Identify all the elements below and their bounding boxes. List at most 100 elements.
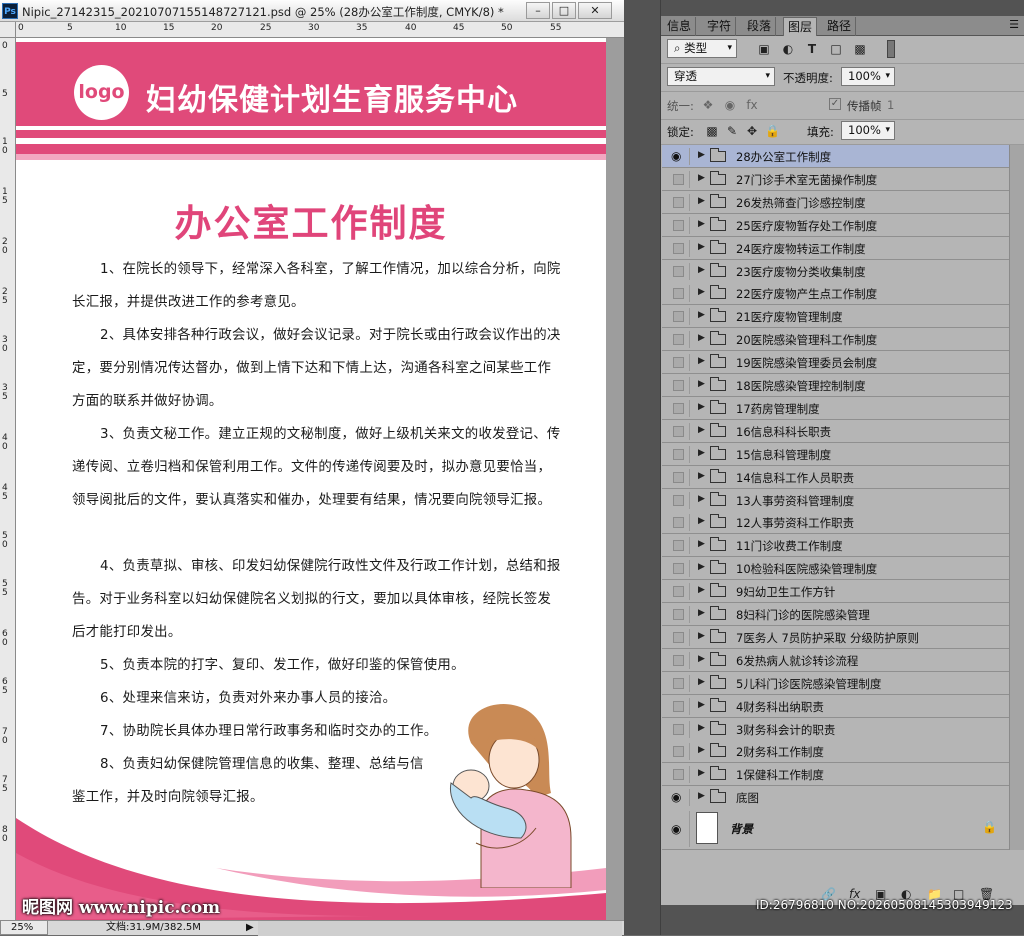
visibility-toggle[interactable]: [664, 766, 690, 783]
expand-triangle-icon[interactable]: ▶: [698, 471, 705, 481]
tab-layers[interactable]: 图层: [783, 17, 818, 36]
visibility-toggle[interactable]: [664, 217, 690, 234]
layer-row[interactable]: ▶ 13人事劳资科管理制度: [662, 489, 1009, 512]
expand-triangle-icon[interactable]: ▶: [698, 310, 705, 320]
expand-triangle-icon[interactable]: ▶: [698, 265, 705, 275]
visibility-toggle[interactable]: [664, 331, 690, 348]
visibility-toggle[interactable]: ◉: [664, 811, 690, 847]
fill-input[interactable]: 100% ▾: [841, 121, 895, 140]
panel-menu-icon[interactable]: ☰: [1009, 18, 1019, 31]
layer-row[interactable]: ▶ 25医疗废物暂存处工作制度: [662, 214, 1009, 237]
blend-mode-select[interactable]: 穿透 ▾: [667, 67, 775, 86]
layer-row[interactable]: ▶ 18医院感染管理控制制度: [662, 374, 1009, 397]
visibility-toggle[interactable]: [664, 675, 690, 692]
layer-row[interactable]: ▶ 3财务科会计的职责: [662, 718, 1009, 741]
layer-row[interactable]: ▶ 23医疗废物分类收集制度: [662, 260, 1009, 283]
opacity-input[interactable]: 100% ▾: [841, 67, 895, 86]
layer-row[interactable]: ▶ 10检验科医院感染管理制度: [662, 557, 1009, 580]
lock-pixels-icon[interactable]: ✎: [725, 124, 739, 138]
expand-triangle-icon[interactable]: ▶: [698, 745, 705, 755]
lock-transparency-icon[interactable]: ▩: [705, 124, 719, 138]
expand-triangle-icon[interactable]: ▶: [698, 425, 705, 435]
layer-row[interactable]: ▶ 22医疗废物产生点工作制度: [662, 282, 1009, 305]
layer-row[interactable]: ▶ 2财务科工作制度: [662, 740, 1009, 763]
expand-triangle-icon[interactable]: ▶: [698, 196, 705, 206]
document-size-info[interactable]: 文档:31.9M/382.5M: [106, 921, 201, 935]
layer-row[interactable]: ▶ 27门诊手术室无菌操作制度: [662, 168, 1009, 191]
expand-triangle-icon[interactable]: ▶: [698, 516, 705, 526]
unify-visibility-icon[interactable]: ◉: [723, 98, 737, 112]
tab-paragraph[interactable]: 段落: [743, 17, 777, 36]
filter-kind-select[interactable]: ⌕ 类型 ▾: [667, 39, 737, 58]
layer-row[interactable]: ▶ 15信息科管理制度: [662, 443, 1009, 466]
tab-character[interactable]: 字符: [703, 17, 737, 36]
expand-triangle-icon[interactable]: ▶: [698, 287, 705, 297]
background-layer-row[interactable]: ◉ 背景 🔒: [662, 808, 1009, 850]
visibility-toggle[interactable]: [664, 194, 690, 211]
layer-row[interactable]: ▶ 4财务科出纳职责: [662, 695, 1009, 718]
propagate-checkbox[interactable]: ✓: [829, 98, 841, 110]
visibility-toggle[interactable]: [664, 560, 690, 577]
filter-toggle-icon[interactable]: [887, 40, 895, 58]
visibility-toggle[interactable]: [664, 263, 690, 280]
layer-row[interactable]: ▶ 7医务人 7员防护采取 分级防护原则: [662, 626, 1009, 649]
layer-row[interactable]: ▶ 24医疗废物转运工作制度: [662, 237, 1009, 260]
tab-paths[interactable]: 路径: [823, 17, 857, 36]
visibility-toggle[interactable]: [664, 743, 690, 760]
visibility-toggle[interactable]: [664, 377, 690, 394]
layer-row[interactable]: ▶ 14信息科工作人员职责: [662, 466, 1009, 489]
visibility-toggle[interactable]: [664, 285, 690, 302]
expand-triangle-icon[interactable]: ▶: [698, 585, 705, 595]
visibility-toggle[interactable]: [664, 629, 690, 646]
visibility-toggle[interactable]: ◉: [664, 789, 690, 806]
visibility-toggle[interactable]: [664, 171, 690, 188]
expand-triangle-icon[interactable]: ▶: [698, 356, 705, 366]
expand-triangle-icon[interactable]: ▶: [698, 379, 705, 389]
expand-triangle-icon[interactable]: ▶: [698, 219, 705, 229]
visibility-toggle[interactable]: [664, 308, 690, 325]
visibility-toggle[interactable]: [664, 469, 690, 486]
lock-all-icon[interactable]: 🔒: [765, 124, 780, 138]
visibility-toggle[interactable]: [664, 537, 690, 554]
layers-scrollbar[interactable]: [1009, 145, 1024, 850]
expand-triangle-icon[interactable]: ▶: [698, 677, 705, 687]
layer-row[interactable]: ▶ 9妇幼卫生工作方针: [662, 580, 1009, 603]
visibility-toggle[interactable]: [664, 514, 690, 531]
visibility-toggle[interactable]: [664, 652, 690, 669]
expand-triangle-icon[interactable]: ▶: [698, 494, 705, 504]
expand-triangle-icon[interactable]: ▶: [698, 654, 705, 664]
expand-triangle-icon[interactable]: ▶: [698, 608, 705, 618]
horizontal-ruler[interactable]: 0 5 10 15 20 25 30 35 40 45 50 55: [16, 22, 624, 38]
layer-row[interactable]: ▶ 16信息科科长职责: [662, 420, 1009, 443]
expand-triangle-icon[interactable]: ▶: [698, 791, 705, 801]
adjustment-filter-icon[interactable]: ◐: [781, 42, 795, 56]
layer-row[interactable]: ▶ 20医院感染管理科工作制度: [662, 328, 1009, 351]
layer-row[interactable]: ◉ ▶ 底图: [662, 786, 1009, 809]
visibility-toggle[interactable]: [664, 698, 690, 715]
expand-triangle-icon[interactable]: ▶: [698, 562, 705, 572]
expand-triangle-icon[interactable]: ▶: [698, 768, 705, 778]
expand-triangle-icon[interactable]: ▶: [698, 539, 705, 549]
expand-triangle-icon[interactable]: ▶: [698, 150, 705, 160]
visibility-toggle[interactable]: ◉: [664, 148, 690, 165]
panel-dock-bar[interactable]: [661, 0, 1024, 16]
visibility-toggle[interactable]: [664, 446, 690, 463]
type-filter-icon[interactable]: T: [805, 42, 819, 56]
expand-triangle-icon[interactable]: ▶: [698, 723, 705, 733]
layer-row[interactable]: ▶ 1保健科工作制度: [662, 763, 1009, 786]
pixel-filter-icon[interactable]: ▣: [757, 42, 771, 56]
layer-row[interactable]: ▶ 19医院感染管理委员会制度: [662, 351, 1009, 374]
status-menu-arrow-icon[interactable]: ▶: [246, 921, 254, 935]
minimize-button[interactable]: –: [526, 2, 550, 19]
layer-row[interactable]: ▶ 5儿科门诊医院感染管理制度: [662, 672, 1009, 695]
vertical-ruler[interactable]: 0 5 10 15 20 25 30 35 40 45 50 55 60 65 …: [0, 38, 16, 920]
layer-row[interactable]: ▶ 11门诊收费工作制度: [662, 534, 1009, 557]
visibility-toggle[interactable]: [664, 492, 690, 509]
visibility-toggle[interactable]: [664, 354, 690, 371]
layer-row[interactable]: ▶ 21医疗废物管理制度: [662, 305, 1009, 328]
visibility-toggle[interactable]: [664, 240, 690, 257]
layer-row[interactable]: ▶ 8妇科门诊的医院感染管理: [662, 603, 1009, 626]
expand-triangle-icon[interactable]: ▶: [698, 402, 705, 412]
poster-artboard[interactable]: logo 妇幼保健计划生育服务中心 办公室工作制度 1、在院长的领导下，经常深入…: [16, 38, 606, 920]
expand-triangle-icon[interactable]: ▶: [698, 333, 705, 343]
